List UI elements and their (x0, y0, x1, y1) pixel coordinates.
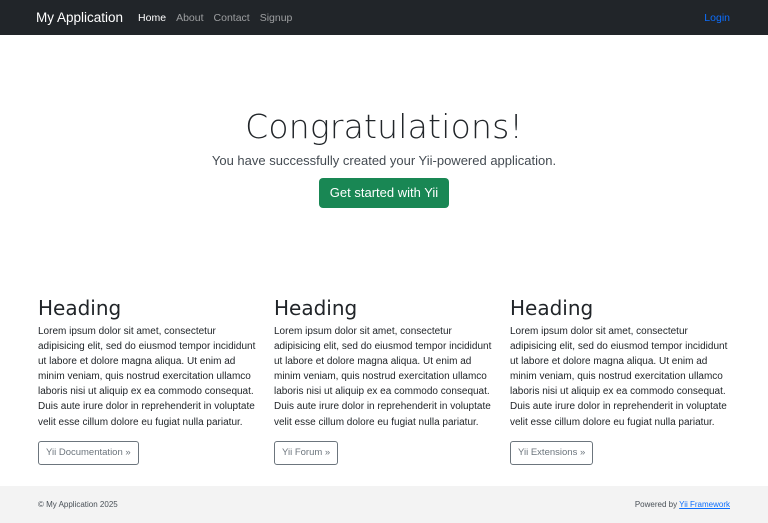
column-text: Lorem ipsum dolor sit amet, consectetur … (38, 326, 256, 428)
column-3: Heading Lorem ipsum dolor sit amet, cons… (510, 296, 730, 465)
column-heading: Heading (510, 296, 594, 320)
nav-item-about[interactable]: About (176, 12, 203, 24)
nav-item-home[interactable]: Home (138, 12, 166, 24)
footer-copyright: © My Application 2025 (38, 500, 118, 509)
nav-item-signup[interactable]: Signup (260, 12, 293, 24)
nav-menu: Home About Contact Signup (138, 12, 292, 24)
hero-lead: You have successfully created your Yii-p… (211, 153, 557, 168)
hero-title: Congratulations! (245, 107, 523, 146)
footer-powered-by: Powered by Yii Framework (635, 500, 730, 509)
column-2: Heading Lorem ipsum dolor sit amet, cons… (274, 296, 494, 465)
navbar: My Application Home About Contact Signup… (0, 0, 768, 35)
column-1: Heading Lorem ipsum dolor sit amet, cons… (38, 296, 258, 465)
content-columns: Heading Lorem ipsum dolor sit amet, cons… (38, 296, 738, 465)
footer: © My Application 2025 Powered by Yii Fra… (0, 486, 768, 523)
yii-forum-button[interactable]: Yii Forum » (274, 440, 339, 465)
column-heading: Heading (274, 296, 358, 320)
hero: Congratulations! You have successfully c… (0, 105, 768, 208)
brand-link[interactable]: My Application (36, 10, 123, 25)
yii-documentation-button[interactable]: Yii Documentation » (38, 440, 139, 465)
powered-by-text: Powered by (634, 500, 680, 509)
column-heading: Heading (38, 296, 122, 320)
yii-extensions-button[interactable]: Yii Extensions » (510, 440, 594, 465)
column-text: Lorem ipsum dolor sit amet, consectetur … (510, 326, 728, 428)
yii-framework-link[interactable]: Yii Framework (679, 500, 730, 509)
get-started-button[interactable]: Get started with Yii (318, 178, 450, 208)
login-link[interactable]: Login (704, 12, 730, 24)
column-text: Lorem ipsum dolor sit amet, consectetur … (274, 326, 492, 428)
nav-item-contact[interactable]: Contact (214, 12, 250, 24)
